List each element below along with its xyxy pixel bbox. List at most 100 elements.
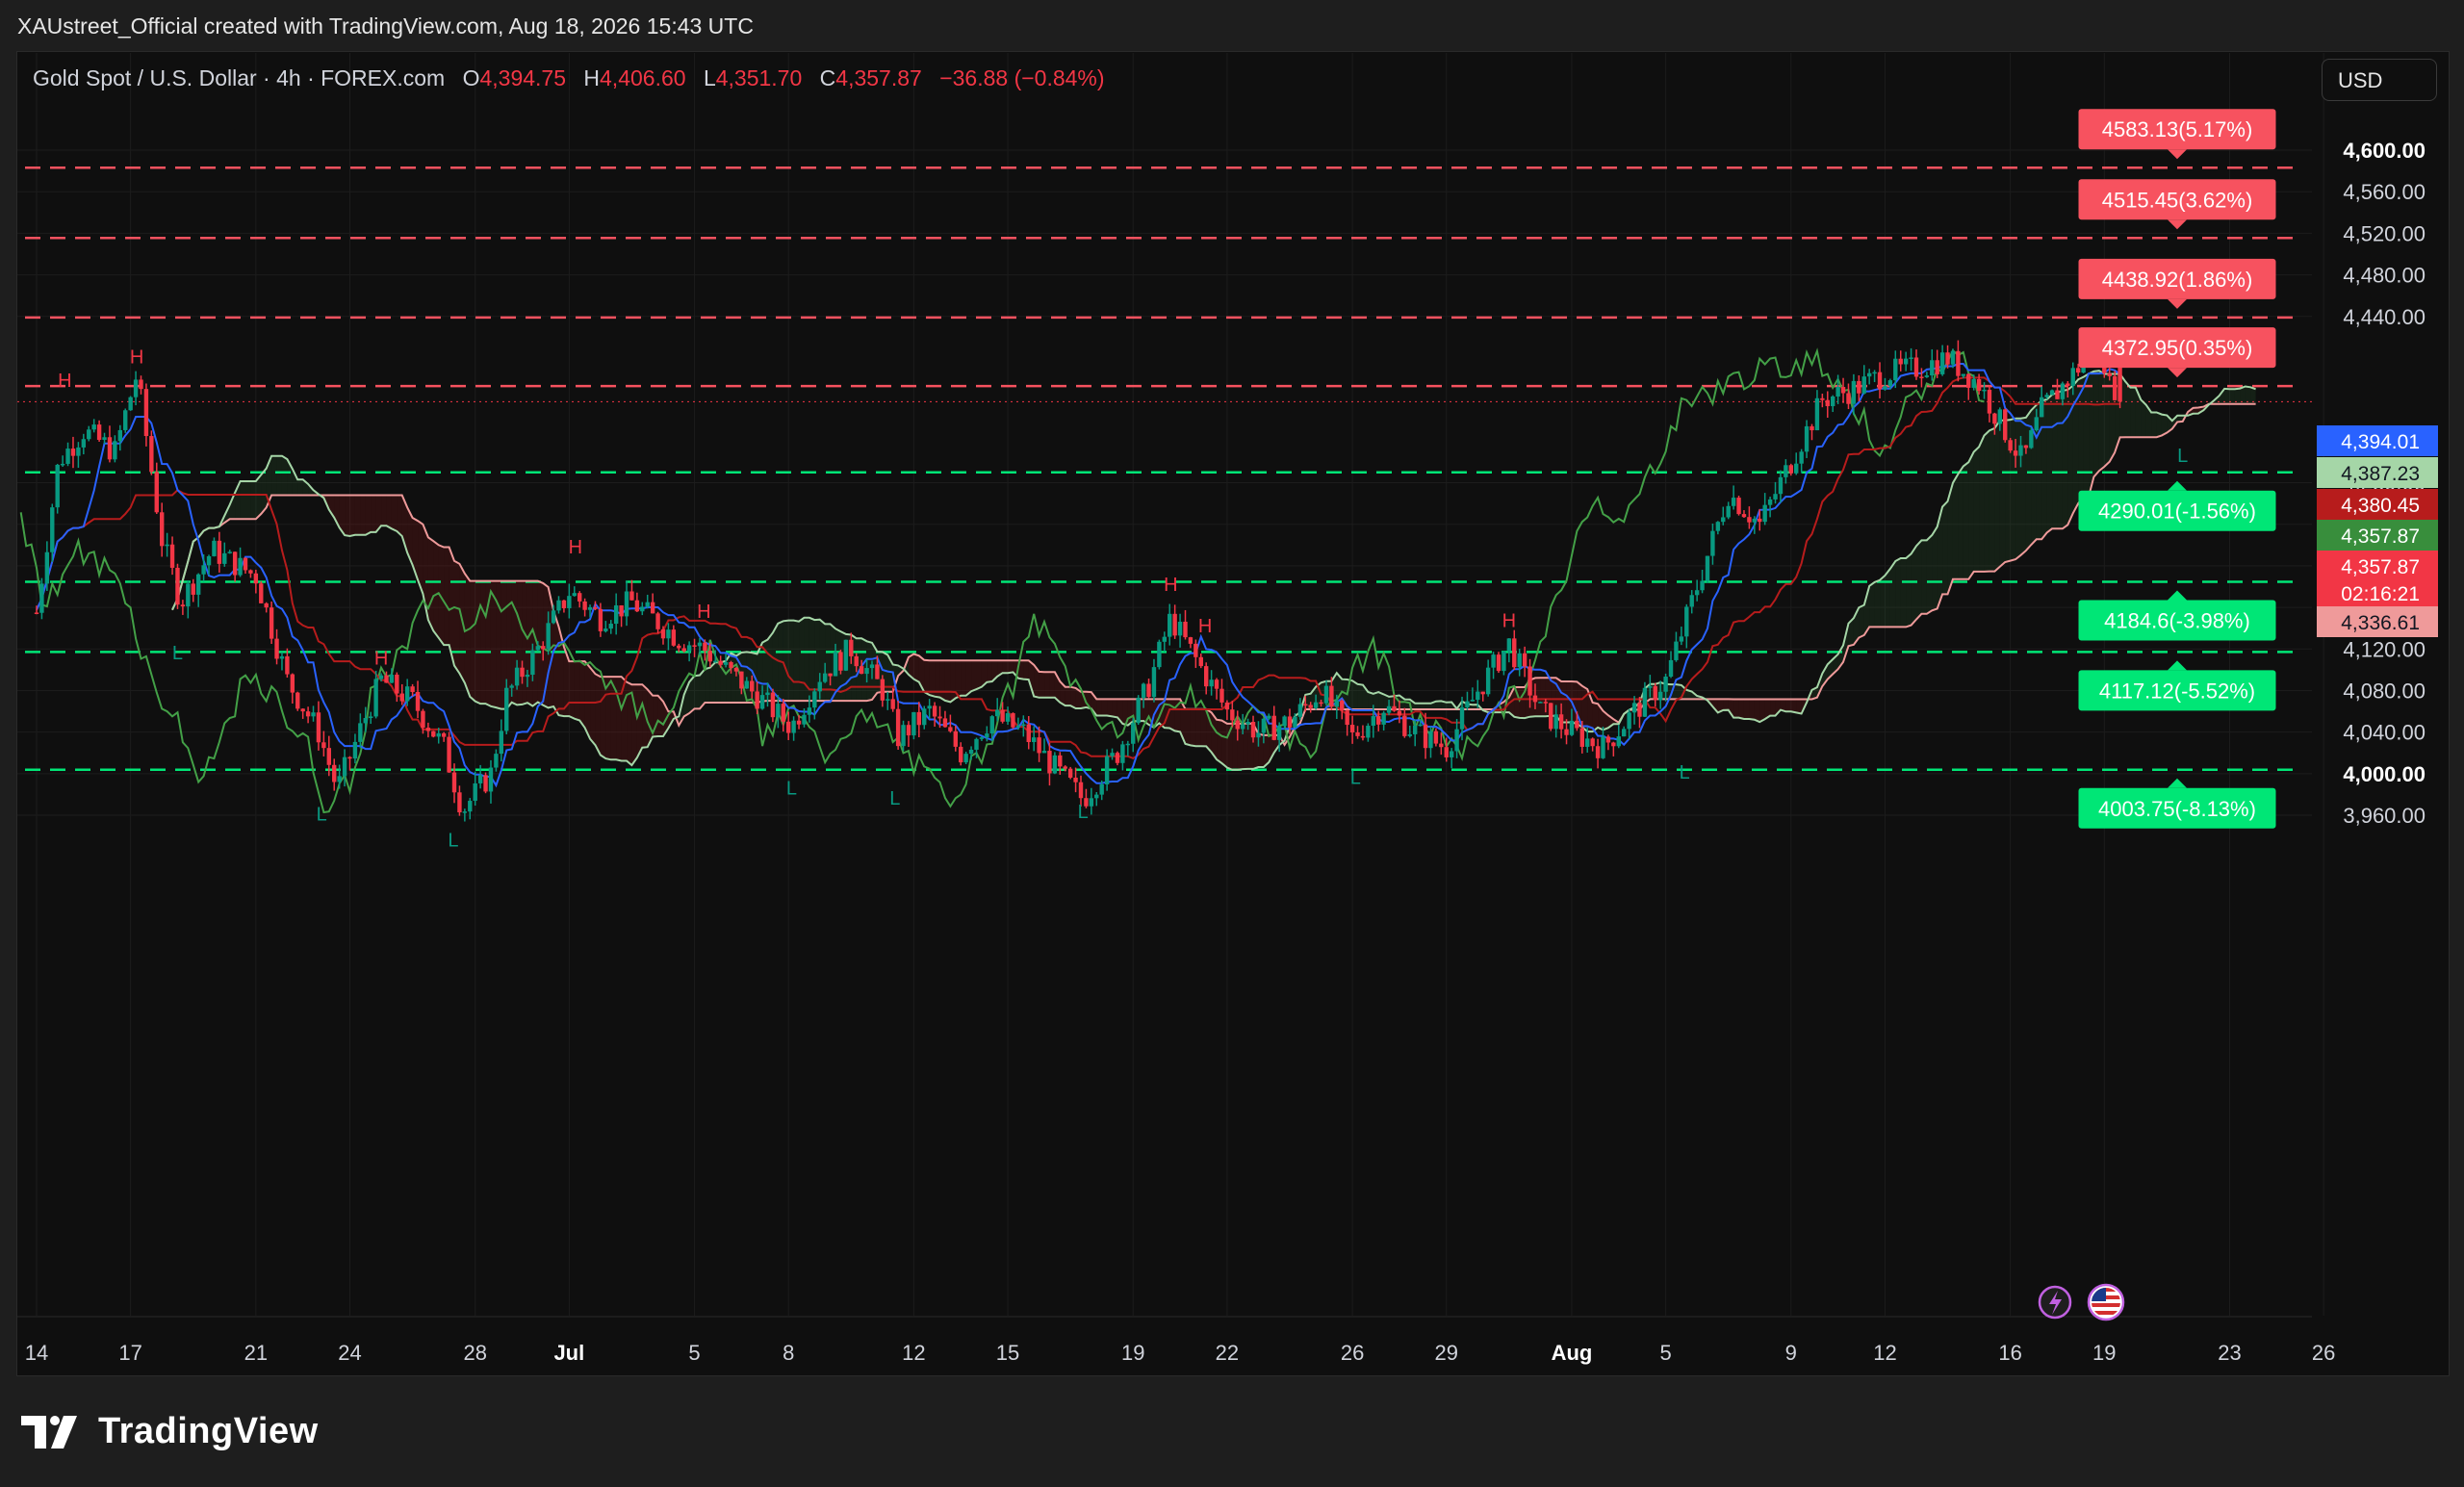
- cloud-segment: [345, 495, 350, 536]
- time-tick-label: 26: [2312, 1341, 2335, 1365]
- candle-body: [1956, 350, 1961, 376]
- candle: [243, 557, 248, 575]
- candle-body: [1939, 352, 1945, 374]
- candle-body: [953, 731, 958, 747]
- candle-body: [1005, 713, 1011, 722]
- candle-body: [143, 389, 149, 437]
- candle: [1089, 787, 1094, 815]
- cloud-segment: [1738, 699, 1744, 719]
- candle: [1668, 651, 1674, 679]
- candle-body: [1579, 728, 1584, 747]
- candle: [1778, 470, 1784, 503]
- candle-body: [1439, 743, 1444, 748]
- candle: [1157, 639, 1162, 670]
- candle-body: [1935, 360, 1939, 374]
- candle-body: [624, 591, 629, 617]
- candle-body: [613, 604, 619, 625]
- us-flag-icon[interactable]: [2087, 1283, 2125, 1321]
- cloud-segment: [245, 481, 251, 520]
- cloud-segment: [522, 580, 527, 705]
- candle-body: [1611, 742, 1616, 747]
- candle-body: [1329, 685, 1334, 707]
- candle-body: [2075, 368, 2081, 373]
- price-tick-label: 4,600.00: [2343, 139, 2426, 163]
- candle-body: [441, 732, 447, 737]
- lightning-icon[interactable]: [2038, 1285, 2072, 1320]
- candle-body: [175, 567, 180, 605]
- candle: [1752, 516, 1758, 534]
- candle-body: [180, 604, 186, 607]
- price-tick-label: 3,960.00: [2343, 804, 2426, 828]
- candle-body: [473, 782, 477, 802]
- cloud-segment: [276, 455, 282, 496]
- candle: [1814, 390, 1820, 431]
- candle: [1694, 579, 1700, 602]
- candle: [1913, 349, 1919, 380]
- candle: [1987, 385, 1992, 423]
- cloud-segment: [397, 495, 402, 537]
- candle: [1146, 679, 1151, 699]
- candle: [117, 424, 122, 451]
- candle: [1506, 638, 1512, 663]
- candle-body: [1392, 705, 1397, 711]
- candle-body: [1825, 399, 1830, 406]
- candle-body: [1689, 595, 1694, 607]
- candle: [1136, 695, 1141, 726]
- level-tag-pointer: [2168, 298, 2187, 309]
- candle-body: [2018, 445, 2023, 456]
- cloud-segment: [1932, 526, 1938, 611]
- cloud-segment: [2083, 373, 2090, 497]
- candle-body: [1360, 735, 1366, 738]
- candle-body: [1011, 713, 1015, 728]
- candle: [483, 772, 488, 794]
- candle-body: [1172, 613, 1177, 636]
- pivot-marker: H: [1164, 575, 1177, 596]
- candle-body: [640, 606, 645, 612]
- price-tick-label: 4,120.00: [2343, 637, 2426, 661]
- tradingview-logo[interactable]: TradingView: [21, 1411, 319, 1452]
- candle: [499, 719, 504, 762]
- candle-body: [959, 746, 963, 763]
- candle-body: [791, 720, 796, 733]
- pivot-marker: H: [697, 602, 710, 623]
- pivot-marker: L: [1078, 802, 1089, 823]
- cloud-segment: [1958, 466, 1964, 579]
- candle: [1721, 506, 1726, 526]
- candle-body: [1021, 724, 1026, 727]
- candle-body: [901, 725, 906, 747]
- time-tick-label: 5: [1659, 1341, 1671, 1365]
- candle-body: [1502, 651, 1506, 672]
- candle-body: [1063, 766, 1067, 769]
- cloud-segment: [1906, 553, 1912, 628]
- candle: [1909, 347, 1913, 372]
- candle-body: [1465, 701, 1470, 707]
- currency-button[interactable]: USD: [2322, 59, 2437, 101]
- candle-body: [1366, 726, 1371, 738]
- price-chart[interactable]: HHLLHLHHLLLHHLHLHL 4583.13(5.17%)4515.45…: [0, 0, 2464, 1487]
- candle-body: [1162, 636, 1167, 642]
- candle-body: [352, 741, 358, 759]
- candle-body: [1256, 732, 1261, 738]
- candle-body: [1476, 691, 1480, 701]
- price-tag-label: 4,336.61: [2341, 612, 2420, 634]
- candle: [2049, 389, 2055, 396]
- candle-body: [285, 655, 290, 675]
- candle-body: [1976, 378, 1982, 392]
- candle-body: [1762, 504, 1767, 523]
- cloud-segment: [944, 660, 951, 703]
- candle: [692, 638, 697, 657]
- candle-body: [1423, 724, 1428, 749]
- level-tag-pointer: [2168, 660, 2187, 671]
- candle: [1773, 481, 1778, 504]
- candle: [843, 639, 849, 672]
- candle-body: [916, 711, 922, 726]
- candle: [212, 537, 217, 557]
- close-label: C: [819, 65, 836, 90]
- candle: [1784, 459, 1788, 484]
- price-tag-label: 4,387.23: [2341, 463, 2420, 485]
- candle: [1627, 708, 1631, 739]
- candle: [1930, 348, 1935, 381]
- candle-body: [995, 709, 1000, 717]
- candle: [1810, 423, 1814, 441]
- cloud-segment: [574, 661, 580, 721]
